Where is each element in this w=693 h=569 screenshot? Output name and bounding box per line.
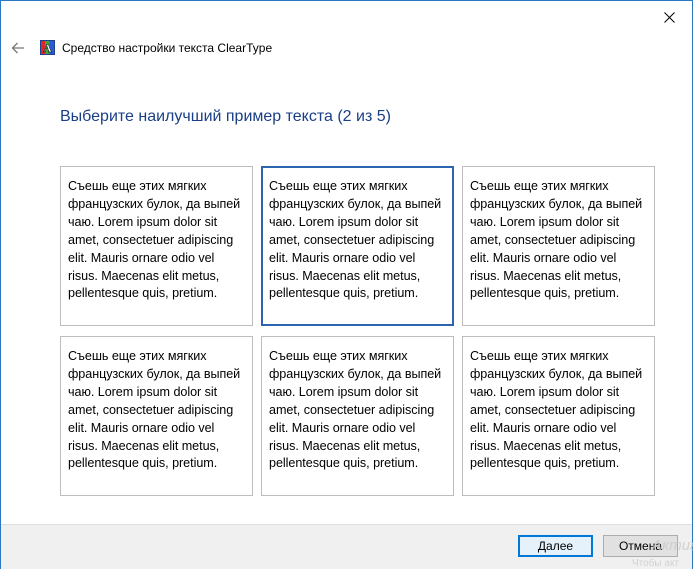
text-sample-4[interactable]: Съешь еще этих мягких французских булок,… (60, 336, 253, 496)
title-bar (1, 1, 692, 33)
sample-text: Съешь еще этих мягких французских булок,… (269, 349, 442, 471)
text-sample-5[interactable]: Съешь еще этих мягких французских булок,… (261, 336, 454, 496)
text-sample-1[interactable]: Съешь еще этих мягких французских булок,… (60, 166, 253, 326)
sample-text: Съешь еще этих мягких французских булок,… (68, 179, 241, 301)
page-heading: Выберите наилучший пример текста (2 из 5… (60, 108, 391, 125)
text-sample-2[interactable]: Съешь еще этих мягких французских булок,… (261, 166, 454, 326)
close-icon (663, 11, 675, 23)
activation-watermark-subtext: Чтобы акт (632, 558, 680, 569)
sample-text: Съешь еще этих мягких французских булок,… (269, 179, 442, 301)
text-sample-3[interactable]: Съешь еще этих мягких французских булок,… (462, 166, 655, 326)
sample-text: Съешь еще этих мягких французских булок,… (470, 349, 643, 471)
cleartype-window: A Средство настройки текста ClearType Вы… (0, 0, 693, 569)
activation-watermark: Актива (652, 537, 693, 554)
next-button[interactable]: Далее (518, 535, 593, 557)
text-sample-6[interactable]: Съешь еще этих мягких французских булок,… (462, 336, 655, 496)
back-button[interactable] (7, 37, 29, 59)
svg-text:A: A (43, 41, 52, 55)
back-arrow-icon (11, 42, 24, 54)
sample-text: Съешь еще этих мягких французских булок,… (470, 179, 643, 301)
cleartype-icon: A (40, 40, 55, 55)
close-button[interactable] (646, 1, 692, 33)
sample-text: Съешь еще этих мягких французских булок,… (68, 349, 241, 471)
window-title: Средство настройки текста ClearType (62, 41, 273, 55)
